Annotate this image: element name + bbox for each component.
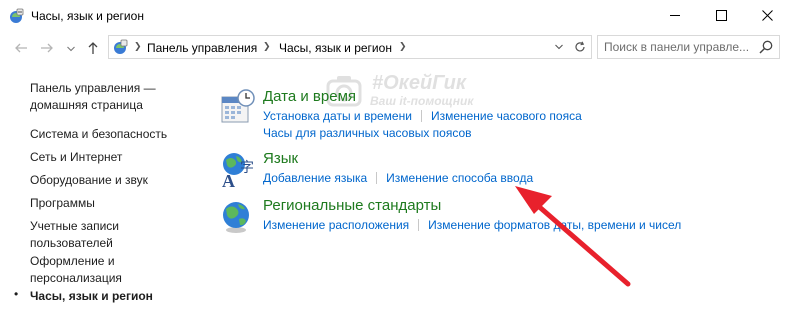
control-panel-icon: [10, 8, 24, 23]
link-change-location[interactable]: Изменение расположения: [263, 218, 409, 232]
link-change-time-zone[interactable]: Изменение часового пояса: [431, 109, 582, 123]
close-button[interactable]: [744, 0, 790, 31]
minimize-icon: [669, 15, 680, 16]
navigation-bar: ❯ Панель управления ❯ Часы, язык и регио…: [0, 31, 790, 65]
control-panel-icon: [114, 39, 128, 54]
back-button[interactable]: [12, 39, 30, 57]
watermark-title: #ОкейГик: [372, 72, 467, 94]
refresh-icon: [575, 41, 585, 52]
breadcrumb-clock-language-region[interactable]: Часы, язык и регион: [279, 41, 392, 55]
sidebar-item-clock-language-region[interactable]: Часы, язык и регион: [30, 288, 190, 305]
breadcrumb-separator-icon[interactable]: ❯: [399, 41, 407, 52]
svg-text:字: 字: [240, 160, 254, 176]
left-navigation-pane: Панель управления — домашняя страница Си…: [0, 65, 200, 313]
calendar-clock-icon: [221, 89, 255, 123]
language-globe-icon: A 字: [222, 153, 254, 190]
up-button[interactable]: [84, 39, 102, 57]
category-links-region: Изменение расположения Изменение форматов…: [263, 218, 681, 232]
maximize-button[interactable]: [698, 0, 744, 31]
breadcrumb-separator-icon[interactable]: ❯: [263, 41, 271, 52]
svg-text:A: A: [222, 171, 235, 190]
refresh-button[interactable]: [571, 38, 589, 56]
link-change-formats[interactable]: Изменение форматов даты, времени и чисел: [428, 218, 681, 232]
sidebar-item-programs[interactable]: Программы: [30, 195, 190, 212]
sidebar-item-home[interactable]: Панель управления — домашняя страница: [30, 80, 190, 114]
arrow-right-icon: [41, 43, 53, 53]
category-title-region[interactable]: Региональные стандарты: [263, 197, 441, 214]
globe-icon: [223, 202, 249, 233]
current-page-bullet-icon: •: [14, 287, 19, 301]
search-icon[interactable]: [758, 39, 774, 55]
link-clocks-different-time-zones[interactable]: Часы для различных часовых поясов: [263, 126, 472, 140]
chevron-down-icon: [67, 46, 75, 52]
category-title-date-time[interactable]: Дата и время: [263, 88, 356, 105]
chevron-down-icon: [555, 44, 563, 50]
forward-button[interactable]: [38, 39, 56, 57]
link-add-language[interactable]: Добавление языка: [263, 171, 367, 185]
link-divider: [418, 219, 420, 231]
arrow-up-icon: [88, 42, 98, 54]
minimize-button[interactable]: [652, 0, 698, 31]
maximize-icon: [715, 10, 727, 21]
search-input[interactable]: [604, 39, 749, 55]
sidebar-item-appearance[interactable]: Оформление и персонализация: [30, 253, 140, 287]
arrow-left-icon: [15, 43, 27, 53]
sidebar-item-system-security[interactable]: Система и безопасность: [30, 126, 190, 143]
sidebar-item-network-internet[interactable]: Сеть и Интернет: [30, 149, 190, 166]
window-title: Часы, язык и регион: [31, 9, 144, 23]
address-bar[interactable]: ❯ Панель управления ❯ Часы, язык и регио…: [108, 35, 592, 59]
close-icon: [761, 10, 773, 21]
recent-locations-button[interactable]: [62, 40, 80, 58]
address-history-dropdown[interactable]: [555, 42, 563, 52]
sidebar-item-user-accounts[interactable]: Учетные записи пользователей: [30, 218, 140, 252]
sidebar-item-hardware-sound[interactable]: Оборудование и звук: [30, 172, 190, 189]
link-divider: [376, 172, 378, 184]
breadcrumb-control-panel[interactable]: Панель управления: [147, 41, 257, 55]
category-title-language[interactable]: Язык: [263, 150, 298, 167]
link-divider: [420, 110, 422, 122]
breadcrumb-separator-icon[interactable]: ❯: [134, 41, 142, 52]
category-links-date-time: Установка даты и времени Изменение часово…: [263, 109, 582, 123]
category-links-language: Добавление языка Изменение способа ввода: [263, 171, 533, 185]
link-change-input-method[interactable]: Изменение способа ввода: [386, 171, 533, 185]
title-bar: Часы, язык и регион: [0, 0, 790, 31]
watermark-subtitle: Ваш it-помощник: [370, 94, 474, 108]
search-box[interactable]: [597, 35, 780, 59]
link-set-date-time[interactable]: Установка даты и времени: [263, 109, 412, 123]
